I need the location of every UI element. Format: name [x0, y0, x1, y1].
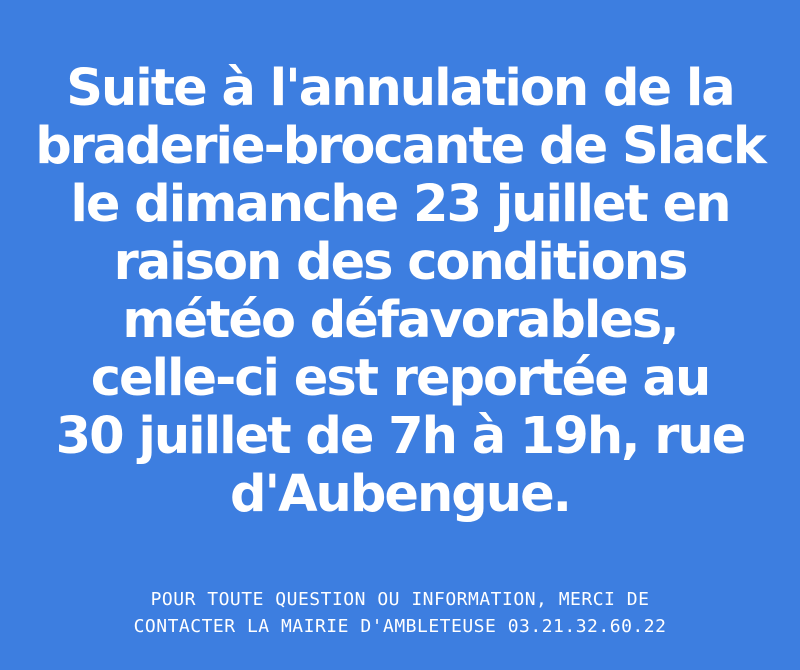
announcement-line: Suite à l'annulation de la — [66, 59, 735, 118]
contact-footer: POUR TOUTE QUESTION OU INFORMATION, MERC… — [0, 586, 800, 640]
contact-line: CONTACTER LA MAIRIE D'AMBLETEUSE 03.21.3… — [133, 616, 667, 637]
announcement-line: raison des conditions — [113, 233, 689, 292]
announcement-line: le dimanche 23 juillet en — [70, 175, 731, 234]
announcement-line: celle-ci est reportée au — [90, 349, 712, 408]
contact-line: POUR TOUTE QUESTION OU INFORMATION, MERC… — [150, 589, 650, 610]
announcement-line: d'Aubengue. — [229, 465, 572, 524]
announcement-line: 30 juillet de 7h à 19h, rue — [55, 407, 747, 466]
announcement-line: météo défavorables, — [122, 291, 679, 350]
announcement-text: Suite à l'annulation de la braderie-broc… — [0, 60, 800, 524]
announcement-line: braderie-brocante de Slack — [35, 117, 767, 176]
